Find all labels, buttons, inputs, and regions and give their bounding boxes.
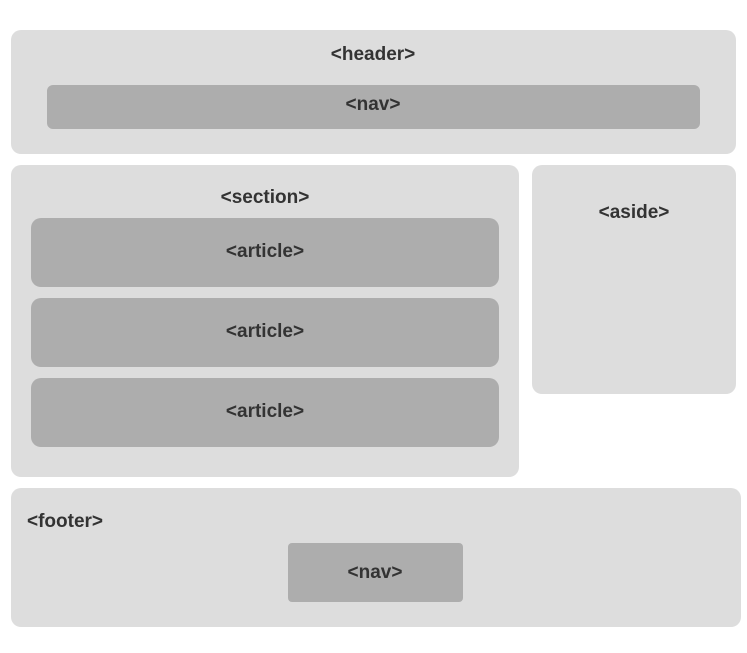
article-block: <article> (31, 378, 499, 447)
header-nav-block: <nav> (47, 85, 700, 129)
aside-block: <aside> (532, 165, 736, 394)
aside-label: <aside> (598, 202, 670, 223)
section-label: <section> (220, 187, 310, 208)
section-block: <section> <article> <article> <article> (11, 165, 519, 477)
footer-block: <footer> <nav> (11, 488, 741, 627)
header-block: <header> <nav> (11, 30, 736, 154)
footer-nav-block: <nav> (288, 543, 463, 602)
article-label: <article> (225, 401, 305, 422)
article-block: <article> (31, 298, 499, 367)
header-nav-label: <nav> (345, 94, 401, 115)
article-label: <article> (225, 321, 305, 342)
article-block: <article> (31, 218, 499, 287)
footer-nav-label: <nav> (347, 562, 403, 583)
footer-label: <footer> (27, 511, 104, 532)
header-label: <header> (330, 44, 416, 65)
article-label: <article> (225, 241, 305, 262)
